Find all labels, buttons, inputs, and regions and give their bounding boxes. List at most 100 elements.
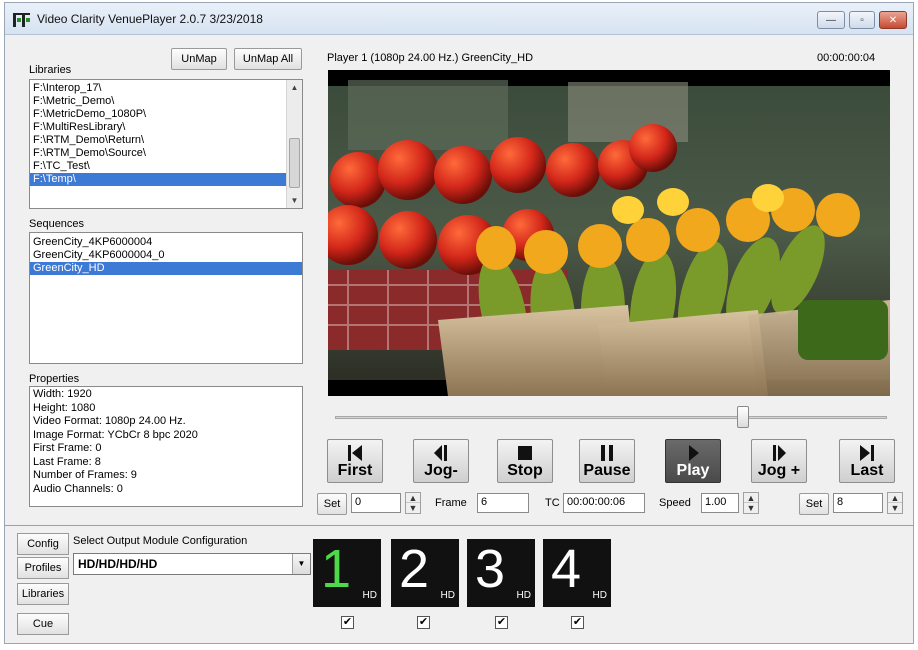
maximize-button[interactable]: ▫ <box>849 11 875 29</box>
module-format: HD <box>592 590 607 601</box>
stop-icon <box>518 446 532 460</box>
pause-label: Pause <box>583 462 631 479</box>
frame-field[interactable]: 6 <box>477 493 529 513</box>
module-3-checkbox[interactable]: ✔ <box>495 616 508 629</box>
profiles-button[interactable]: Profiles <box>17 557 69 579</box>
jog-forward-label: Jog + <box>757 462 801 479</box>
library-item[interactable]: F:\Metric_Demo\ <box>30 95 302 108</box>
play-button[interactable]: Play <box>665 439 721 483</box>
property-line: Audio Channels: 0 <box>33 482 123 495</box>
minimize-icon: — <box>826 14 836 26</box>
pause-icon <box>601 445 613 461</box>
set-end-button[interactable]: Set <box>799 493 829 515</box>
stepper-down-icon[interactable]: ▼ <box>406 503 420 513</box>
scroll-up-icon[interactable]: ▲ <box>287 80 302 95</box>
set-end-stepper[interactable]: ▲ ▼ <box>887 492 903 514</box>
libraries-scrollbar[interactable]: ▲ ▼ <box>286 80 302 208</box>
first-button[interactable]: First <box>327 439 383 483</box>
video-frame[interactable] <box>328 70 890 396</box>
library-item[interactable]: F:\MultiResLibrary\ <box>30 121 302 134</box>
set-start-stepper[interactable]: ▲ ▼ <box>405 492 421 514</box>
video-image <box>328 70 890 396</box>
first-label: First <box>337 462 373 479</box>
speed-stepper[interactable]: ▲ ▼ <box>743 492 759 514</box>
panel-divider <box>5 525 913 526</box>
module-4-checkbox[interactable]: ✔ <box>571 616 584 629</box>
set-start-field[interactable]: 0 <box>351 493 401 513</box>
property-line: Image Format: YCbCr 8 bpc 2020 <box>33 428 198 441</box>
sequence-item[interactable]: GreenCity_4KP6000004 <box>30 236 302 249</box>
speed-label: Speed <box>659 497 691 509</box>
scroll-thumb[interactable] <box>289 138 300 188</box>
output-config-select[interactable]: HD/HD/HD/HD ▼ <box>73 553 311 575</box>
module-number: 1 <box>321 539 352 599</box>
module-format: HD <box>516 590 531 601</box>
output-module-2[interactable]: 2 HD <box>391 539 459 607</box>
minimize-button[interactable]: — <box>817 11 845 29</box>
scrub-thumb[interactable] <box>737 406 750 428</box>
unmap-button[interactable]: UnMap <box>171 48 227 70</box>
set-start-button[interactable]: Set <box>317 493 347 515</box>
cue-button[interactable]: Cue <box>17 613 69 635</box>
output-config-label: Select Output Module Configuration <box>73 535 248 547</box>
property-line: First Frame: 0 <box>33 442 102 454</box>
libraries-list[interactable]: F:\Interop_17\ F:\Metric_Demo\ F:\Metric… <box>29 79 303 209</box>
module-number: 4 <box>551 539 582 599</box>
scrub-track[interactable] <box>335 416 887 419</box>
skip-to-last-icon <box>860 445 874 461</box>
stop-button[interactable]: Stop <box>497 439 553 483</box>
library-item-selected[interactable]: F:\Temp\ <box>30 173 302 186</box>
module-2-checkbox[interactable]: ✔ <box>417 616 430 629</box>
player-header: Player 1 (1080p 24.00 Hz.) GreenCity_HD <box>327 52 534 64</box>
libraries-button[interactable]: Libraries <box>17 583 69 605</box>
property-line: Last Frame: 8 <box>33 455 101 468</box>
module-1-checkbox[interactable]: ✔ <box>341 616 354 629</box>
close-button[interactable]: ✕ <box>879 11 907 29</box>
property-line: Width: 1920 <box>33 388 92 400</box>
stepper-up-icon[interactable]: ▲ <box>888 493 902 503</box>
library-item[interactable]: F:\Interop_17\ <box>30 82 302 95</box>
set-end-field[interactable]: 8 <box>833 493 883 513</box>
library-item[interactable]: F:\MetricDemo_1080P\ <box>30 108 302 121</box>
stepper-up-icon[interactable]: ▲ <box>744 493 758 503</box>
unmap-all-button[interactable]: UnMap All <box>234 48 302 70</box>
output-module-4[interactable]: 4 HD <box>543 539 611 607</box>
last-button[interactable]: Last <box>839 439 895 483</box>
title-bar: Video Clarity VenuePlayer 2.0.7 3/23/201… <box>5 3 913 35</box>
property-line: Number of Frames: 9 <box>33 469 137 481</box>
library-item[interactable]: F:\TC_Test\ <box>30 160 302 173</box>
property-line: Height: 1080 <box>33 401 96 414</box>
speed-field[interactable]: 1.00 <box>701 493 739 513</box>
module-format: HD <box>440 590 455 601</box>
jog-back-button[interactable]: Jog- <box>413 439 469 483</box>
sequences-list[interactable]: GreenCity_4KP6000004 GreenCity_4KP600000… <box>29 232 303 364</box>
jog-back-label: Jog- <box>424 462 458 479</box>
scroll-down-icon[interactable]: ▼ <box>287 193 302 208</box>
tc-field[interactable]: 00:00:00:06 <box>563 493 645 513</box>
property-line: Video Format: 1080p 24.00 Hz. <box>33 415 186 427</box>
maximize-icon: ▫ <box>860 14 864 26</box>
library-item[interactable]: F:\RTM_Demo\Return\ <box>30 134 302 147</box>
chevron-down-icon[interactable]: ▼ <box>292 554 310 574</box>
app-logo-icon <box>13 13 30 27</box>
config-button[interactable]: Config <box>17 533 69 555</box>
sequence-item-selected[interactable]: GreenCity_HD <box>30 262 302 275</box>
play-icon <box>689 445 699 461</box>
stepper-down-icon[interactable]: ▼ <box>888 503 902 513</box>
jog-forward-icon <box>773 445 786 461</box>
stepper-up-icon[interactable]: ▲ <box>406 493 420 503</box>
sequence-item[interactable]: GreenCity_4KP6000004_0 <box>30 249 302 262</box>
module-number: 3 <box>475 539 506 599</box>
properties-panel: Width: 1920 Height: 1080 Video Format: 1… <box>29 386 303 507</box>
output-module-3[interactable]: 3 HD <box>467 539 535 607</box>
jog-forward-button[interactable]: Jog + <box>751 439 807 483</box>
frame-label: Frame <box>435 497 467 509</box>
output-module-1[interactable]: 1 HD <box>313 539 381 607</box>
output-config-value: HD/HD/HD/HD <box>78 557 158 571</box>
player-timecode: 00:00:00:04 <box>817 52 876 64</box>
pause-button[interactable]: Pause <box>579 439 635 483</box>
sequences-label: Sequences <box>29 218 85 230</box>
stop-label: Stop <box>507 462 543 479</box>
library-item[interactable]: F:\RTM_Demo\Source\ <box>30 147 302 160</box>
stepper-down-icon[interactable]: ▼ <box>744 503 758 513</box>
